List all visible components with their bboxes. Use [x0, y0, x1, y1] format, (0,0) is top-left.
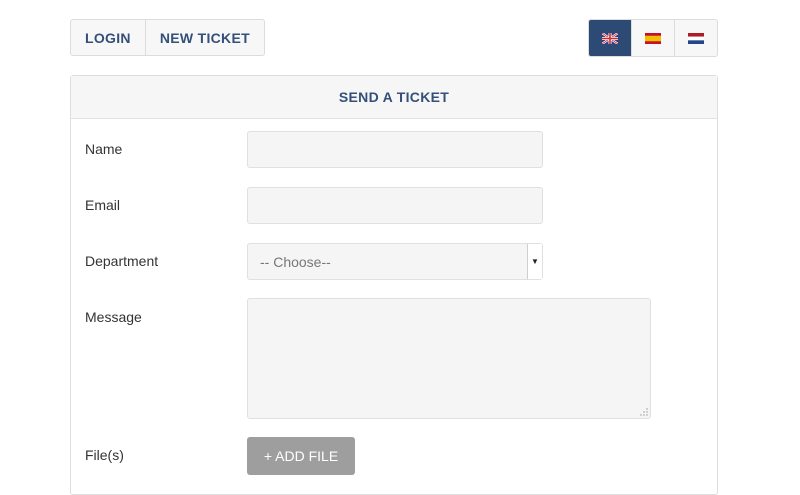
resize-grip-icon[interactable]	[640, 408, 648, 416]
email-label: Email	[85, 197, 121, 213]
panel-title: SEND A TICKET	[71, 76, 717, 119]
name-label: Name	[85, 141, 123, 157]
uk-flag-icon	[602, 32, 618, 44]
message-label: Message	[85, 309, 142, 325]
email-input[interactable]	[247, 187, 543, 224]
new-ticket-button[interactable]: NEW TICKET	[144, 20, 264, 55]
language-selector	[588, 19, 718, 57]
top-nav: LOGIN NEW TICKET	[70, 19, 265, 56]
add-file-button[interactable]: + ADD FILE	[247, 437, 355, 475]
language-dutch-button[interactable]	[674, 20, 717, 56]
chevron-down-icon[interactable]: ▼	[527, 244, 542, 279]
department-select[interactable]: -- Choose-- ▼	[247, 243, 543, 280]
department-selected-value: -- Choose--	[260, 253, 331, 270]
files-label: File(s)	[85, 447, 124, 463]
department-label: Department	[85, 253, 159, 269]
language-english-button[interactable]	[589, 20, 631, 56]
send-ticket-panel: SEND A TICKET Name Email Department -- C…	[70, 75, 718, 495]
name-input[interactable]	[247, 131, 543, 168]
netherlands-flag-icon	[688, 32, 704, 44]
message-textarea[interactable]	[247, 298, 651, 419]
language-spanish-button[interactable]	[631, 20, 674, 56]
spain-flag-icon	[645, 32, 661, 44]
login-button[interactable]: LOGIN	[71, 20, 145, 55]
